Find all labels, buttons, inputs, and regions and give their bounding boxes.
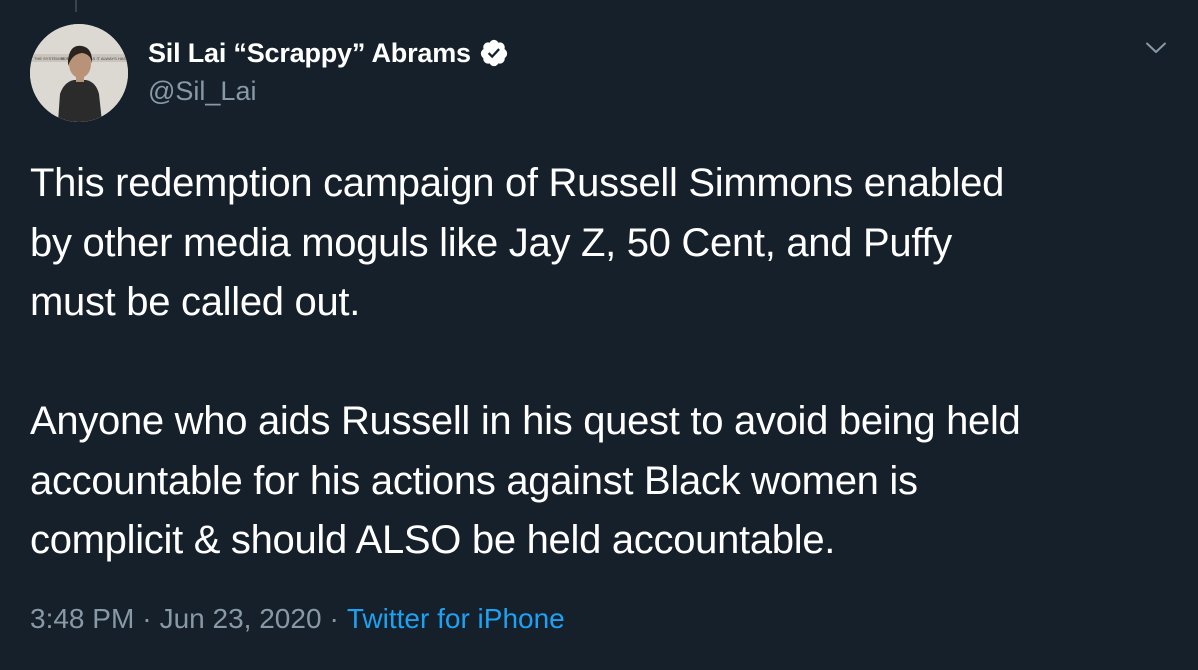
avatar[interactable]: THE SYSTEM IS WORKING AS IT ALWAYS HAS	[30, 24, 128, 122]
display-name[interactable]: Sil Lai “Scrappy” Abrams	[148, 38, 471, 69]
author-block: Sil Lai “Scrappy” Abrams @Sil_Lai	[148, 36, 509, 107]
chevron-down-icon[interactable]	[1144, 36, 1168, 60]
meta-separator: ·	[329, 603, 339, 634]
meta-separator: ·	[142, 603, 152, 634]
tweet-date[interactable]: Jun 23, 2020	[160, 603, 322, 634]
tweet-meta: 3:48 PM · Jun 23, 2020 · Twitter for iPhone	[30, 603, 565, 635]
profile-photo: THE SYSTEM IS WORKING AS IT ALWAYS HAS	[30, 24, 128, 122]
name-row: Sil Lai “Scrappy” Abrams	[148, 36, 509, 70]
tweet-text: This redemption campaign of Russell Simm…	[30, 161, 1021, 562]
thread-line	[75, 0, 77, 12]
tweet-time[interactable]: 3:48 PM	[30, 603, 134, 634]
svg-text:AS IT ALWAYS HAS: AS IT ALWAYS HAS	[90, 56, 126, 61]
tweet-source-link[interactable]: Twitter for iPhone	[347, 603, 565, 634]
verified-badge-icon	[479, 38, 509, 68]
tweet-card: THE SYSTEM IS WORKING AS IT ALWAYS HAS S…	[0, 0, 1198, 670]
handle[interactable]: @Sil_Lai	[148, 76, 509, 107]
